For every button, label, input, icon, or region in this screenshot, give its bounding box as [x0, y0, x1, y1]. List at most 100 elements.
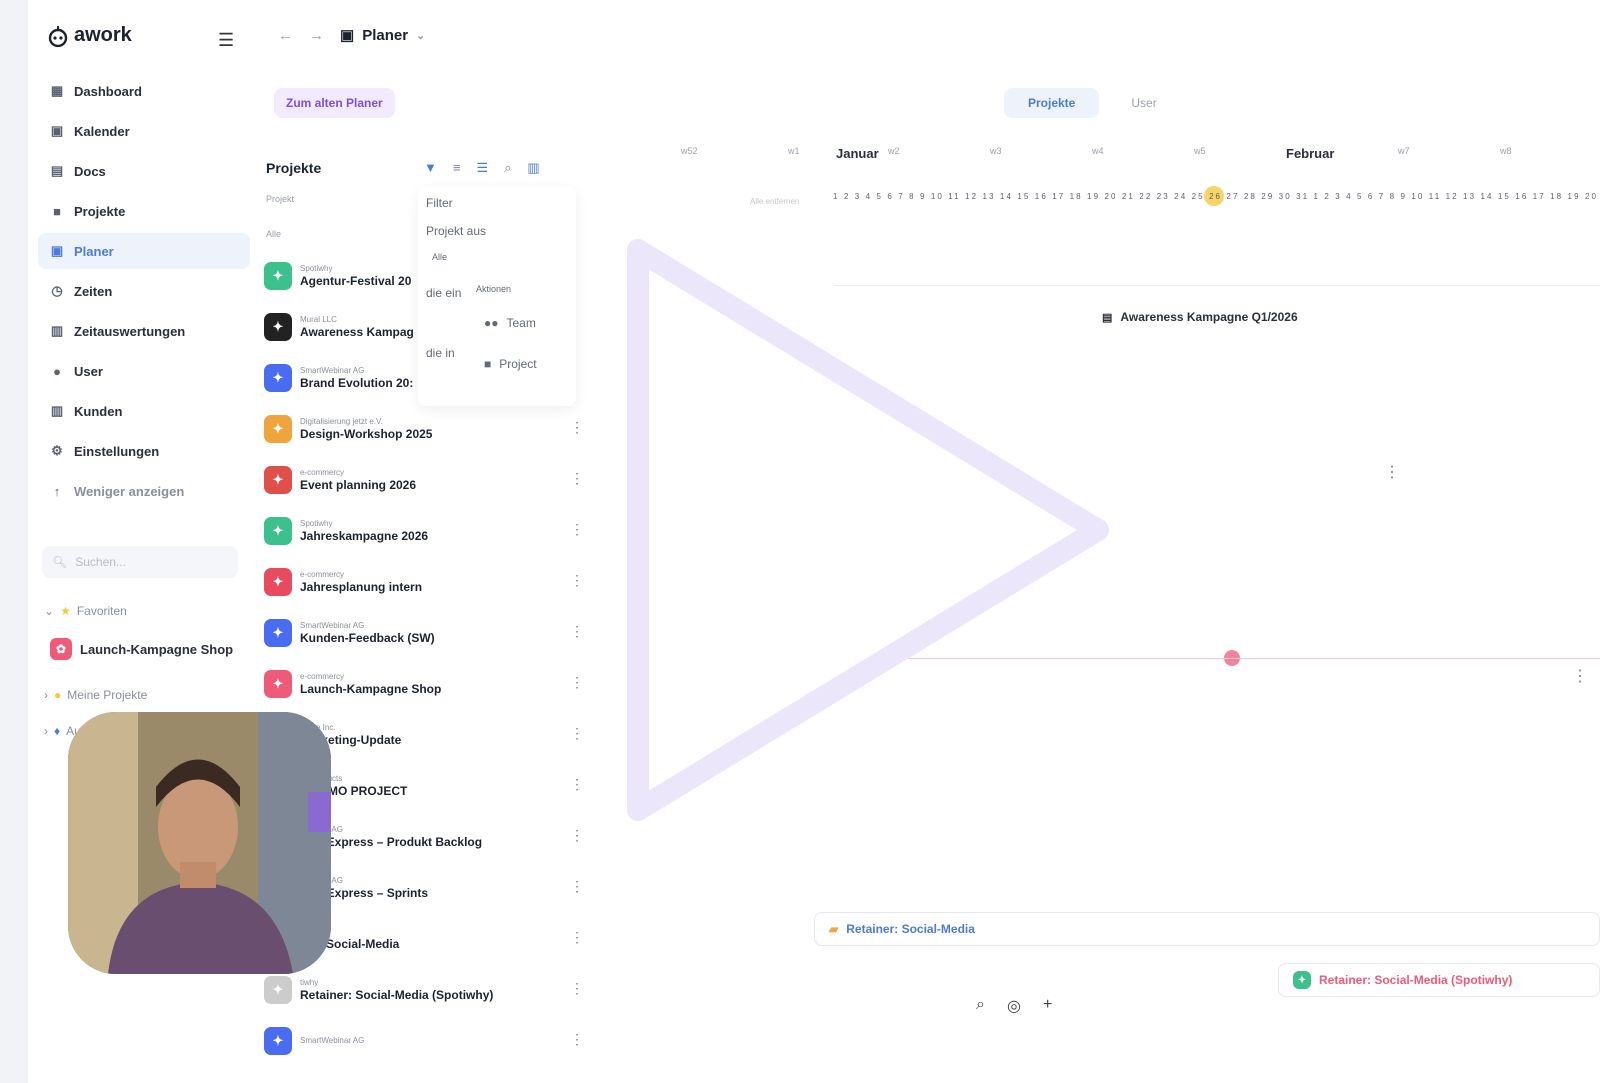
- add-icon[interactable]: +: [1043, 996, 1052, 1016]
- old-planner-button[interactable]: Zum alten Planer: [274, 88, 395, 118]
- columns-icon[interactable]: ▥: [527, 160, 539, 176]
- project-text: e-commercy Launch-Kampagne Shop: [300, 672, 441, 696]
- project-icon: ✿: [50, 638, 72, 660]
- project-row[interactable]: ✦ e-commercy Launch-Kampagne Shop ⋮: [264, 658, 584, 709]
- page-title[interactable]: ▣ Planer ⌄: [340, 26, 425, 45]
- week-label: w3: [990, 146, 1002, 156]
- project-row[interactable]: ✦ tiwhy Retainer: Social-Media (Spotiwhy) ⋮: [264, 964, 584, 1015]
- project-name: Event planning 2026: [300, 477, 417, 492]
- project-client: Digitalisierung jetzt e.V.: [300, 416, 383, 426]
- back-arrow-icon[interactable]: ←: [278, 27, 293, 44]
- filter-line-3: die in: [426, 346, 455, 360]
- sidebar-item-weniger-anzeigen[interactable]: ↑ Weniger anzeigen: [38, 473, 250, 509]
- sidebar-item-label: Dashboard: [74, 83, 142, 99]
- more-options-icon[interactable]: ⋮: [570, 1031, 584, 1048]
- more-options-icon[interactable]: ⋮: [570, 980, 584, 997]
- favorites-label: Favoriten: [76, 604, 127, 618]
- project-client: Mural LLC: [300, 314, 337, 324]
- favorite-item[interactable]: ✿ Launch-Kampagne Shop: [50, 638, 233, 660]
- more-options-icon[interactable]: ⋮: [570, 725, 584, 742]
- sidebar-item-label: Einstellungen: [74, 443, 160, 459]
- day-numbers: 1 2 3 4 5 6 7 8 9 10 11 12 13 14 15 16 1…: [833, 192, 1599, 201]
- more-options-icon[interactable]: ⋮: [1384, 462, 1400, 482]
- more-options-icon[interactable]: ⋮: [570, 827, 584, 844]
- project-row[interactable]: ✦ e-commercy Event planning 2026 ⋮: [264, 454, 584, 505]
- filter-option-team[interactable]: ●● Team: [484, 316, 536, 330]
- more-options-icon[interactable]: ⋮: [570, 572, 584, 589]
- more-options-icon[interactable]: ⋮: [570, 674, 584, 691]
- more-options-icon[interactable]: ⋮: [570, 470, 584, 487]
- center-icon[interactable]: ◎: [1007, 996, 1021, 1016]
- sidebar-item-planer[interactable]: ▣ Planer: [38, 233, 250, 269]
- sidebar-item-user[interactable]: ● User: [38, 353, 250, 389]
- my-projects-group[interactable]: › ● Meine Projekte: [44, 688, 147, 702]
- project-client: SmartWebinar AG: [300, 1035, 365, 1045]
- more-options-icon[interactable]: ⋮: [570, 929, 584, 946]
- search-icon[interactable]: ⌕: [504, 160, 511, 176]
- week-label: w52: [681, 146, 698, 156]
- project-name: Agentur-Festival 20: [300, 273, 412, 288]
- play-button-icon[interactable]: [598, 210, 1138, 850]
- week-label: w5: [1194, 146, 1206, 156]
- filter-popup: Filter Projekt aus Alle die ein Aktionen…: [418, 186, 576, 406]
- more-options-icon[interactable]: ⋮: [570, 878, 584, 895]
- timeline-bar[interactable]: ✦ Retainer: Social-Media (Spotiwhy): [1278, 963, 1600, 997]
- sidebar-item-label: Kunden: [74, 403, 123, 419]
- more-options-icon[interactable]: ⋮: [570, 623, 584, 640]
- project-row[interactable]: ✦ Digitalisierung jetzt e.V. Design-Worksh…: [264, 403, 584, 454]
- filter-select-all[interactable]: Alle: [432, 252, 447, 262]
- tab-projekte[interactable]: Projekte: [1004, 88, 1100, 118]
- project-row[interactable]: ✦ e-commercy Jahresplanung intern ⋮: [264, 556, 584, 607]
- timer-icon: ◷: [51, 283, 63, 298]
- group-label: Alle: [266, 229, 282, 239]
- timeline-bar-label: Retainer: Social-Media: [846, 922, 975, 936]
- filter-option-label: Team: [506, 316, 536, 330]
- more-options-icon[interactable]: ⋮: [570, 419, 584, 436]
- project-text: Digitalisierung jetzt e.V. Design-Worksho…: [300, 417, 432, 441]
- project-name: Jahreskampagne 2026: [300, 528, 429, 543]
- project-icon: ✦: [264, 465, 292, 494]
- project-row[interactable]: ✦ SmartWebinar AG Kunden-Feedback (SW) ⋮: [264, 607, 584, 658]
- sidebar-item-docs[interactable]: ▤ Docs: [38, 153, 250, 189]
- sidebar-item-zeitauswertungen[interactable]: ▥ Zeitauswertungen: [38, 313, 250, 349]
- tab-user[interactable]: User: [1107, 88, 1180, 118]
- filter-option-project[interactable]: ■ Project: [484, 357, 537, 371]
- folder-icon: ■: [484, 357, 492, 371]
- project-icon: ✦: [264, 363, 292, 392]
- month-label: Januar: [836, 146, 879, 161]
- app-window: awork ☰ ▦ Dashboard ▣ Kalender ▤ Docs ■ Proj…: [28, 0, 1600, 1083]
- app-logo[interactable]: awork: [48, 24, 132, 47]
- sidebar-item-kunden[interactable]: ▥ Kunden: [38, 393, 250, 429]
- sort-icon[interactable]: ≡: [453, 160, 461, 176]
- project-icon: ✦: [264, 618, 292, 647]
- sidebar-item-zeiten[interactable]: ◷ Zeiten: [38, 273, 250, 309]
- timeline-bar[interactable]: ▰ Retainer: Social-Media: [814, 912, 1600, 946]
- calendar-icon: ▣: [50, 123, 64, 138]
- favorites-header[interactable]: ⌄ ★ Favoriten: [44, 604, 127, 618]
- project-name: Kunden-Feedback (SW): [300, 630, 435, 645]
- filter-icon[interactable]: ▼: [424, 160, 437, 176]
- project-row[interactable]: ✦ SmartWebinar AG ⋮: [264, 1015, 584, 1066]
- project-name: Retainer: Social-Media (Spotiwhy): [300, 987, 494, 1002]
- list-icon[interactable]: ☰: [476, 160, 488, 176]
- presenter-video-image: [68, 712, 331, 974]
- more-options-icon[interactable]: ⋮: [1572, 666, 1588, 686]
- sidebar-item-label: Zeiten: [74, 283, 113, 299]
- week-label: w8: [1500, 146, 1512, 156]
- sidebar-item-kalender[interactable]: ▣ Kalender: [38, 113, 250, 149]
- sidebar-search[interactable]: 🔍︎ Suchen...: [42, 546, 238, 578]
- remove-all-link[interactable]: Alle entfernen: [750, 197, 799, 206]
- sidebar-item-einstellungen[interactable]: ⚙ Einstellungen: [38, 433, 250, 469]
- more-options-icon[interactable]: ⋮: [570, 776, 584, 793]
- sidebar-item-projekte[interactable]: ■ Projekte: [38, 193, 250, 229]
- planner-icon: ▣: [50, 243, 64, 258]
- project-text: tiwhy Retainer: Social-Media (Spotiwhy): [300, 978, 493, 1002]
- star-icon: ★: [60, 604, 71, 618]
- sidebar-item-dashboard[interactable]: ▦ Dashboard: [38, 73, 250, 109]
- folder-icon: ■: [53, 203, 61, 219]
- project-row[interactable]: ✦ Spotiwhy Jahreskampagne 2026 ⋮: [264, 505, 584, 556]
- forward-arrow-icon[interactable]: →: [309, 27, 324, 44]
- zoom-search-icon[interactable]: ⌕: [976, 996, 985, 1016]
- collapse-menu-icon[interactable]: ☰: [218, 30, 234, 51]
- more-options-icon[interactable]: ⋮: [570, 521, 584, 538]
